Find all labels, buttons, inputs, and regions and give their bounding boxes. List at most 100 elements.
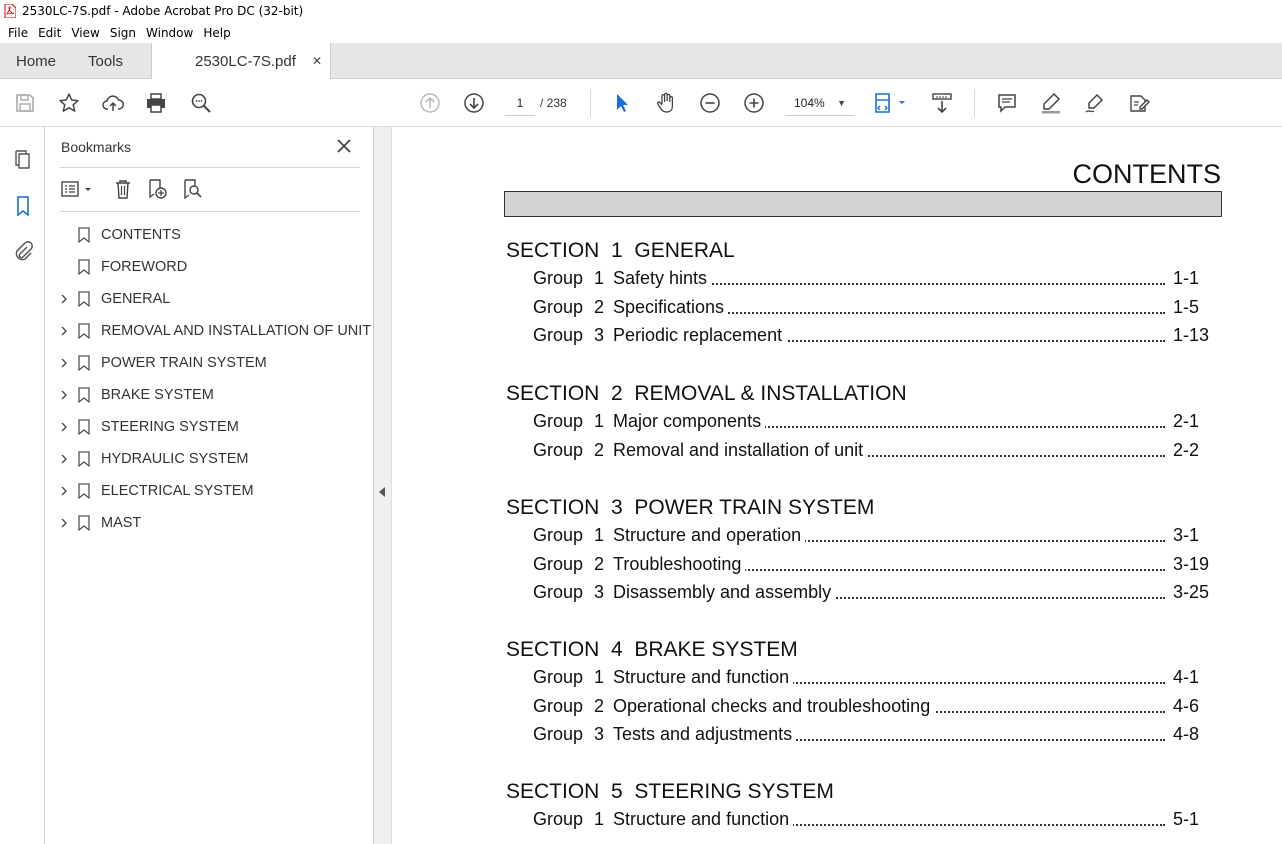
bookmark-item[interactable]: STEERING SYSTEM bbox=[45, 411, 374, 443]
section-heading: SECTION 4 BRAKE SYSTEM bbox=[506, 638, 798, 661]
bookmark-item[interactable]: ELECTRICAL SYSTEM bbox=[45, 475, 374, 507]
page-reference: 4-6 bbox=[1173, 695, 1200, 716]
group-word: Group bbox=[533, 809, 584, 829]
toc-entry[interactable]: Group 1 Safety hints 1-1 bbox=[533, 268, 1215, 292]
toc-entry[interactable]: Group 3 Disassembly and assembly 3-25 bbox=[533, 582, 1215, 606]
page-reference: 2-2 bbox=[1173, 439, 1200, 460]
group-title: Disassembly and assembly bbox=[613, 582, 836, 604]
group-number: 2 bbox=[594, 439, 605, 460]
bookmark-item[interactable]: CONTENTS bbox=[45, 219, 374, 251]
acrobat-window: 2530LC-7S.pdf - Adobe Acrobat Pro DC (32… bbox=[0, 0, 1282, 844]
save-icon[interactable] bbox=[13, 91, 37, 115]
group-word: Group bbox=[533, 553, 584, 574]
group-title: Operational checks and troubleshooting bbox=[613, 695, 935, 717]
group-word: Group bbox=[533, 296, 584, 317]
tab-bar: Home Tools 2530LC-7S.pdf ✕ bbox=[0, 43, 1282, 80]
menu-view[interactable]: View bbox=[66, 26, 104, 40]
menu-help[interactable]: Help bbox=[198, 26, 235, 40]
bookmark-icon bbox=[78, 515, 90, 531]
group-word: Group bbox=[533, 325, 584, 346]
find-bookmark-icon[interactable] bbox=[179, 177, 205, 201]
fill-sign-icon[interactable] bbox=[1127, 91, 1151, 115]
delete-bookmark-icon[interactable] bbox=[110, 177, 136, 201]
chevron-right-icon[interactable] bbox=[58, 421, 70, 433]
toc-entry[interactable]: Group 3 Tests and adjustments 4-8 bbox=[533, 724, 1215, 748]
tab-home[interactable]: Home bbox=[16, 43, 56, 79]
bookmark-options-icon[interactable] bbox=[59, 177, 97, 201]
document-view[interactable]: CONTENTS SECTION 1 GENERAL Group 1 Safety h… bbox=[392, 127, 1282, 844]
chevron-right-icon[interactable] bbox=[58, 389, 70, 401]
search-zoom-icon[interactable] bbox=[189, 91, 213, 115]
page-total: / 238 bbox=[540, 96, 567, 110]
new-bookmark-icon[interactable] bbox=[144, 177, 170, 201]
comment-icon[interactable] bbox=[995, 91, 1019, 115]
acrobat-pdf-icon bbox=[4, 4, 16, 18]
bookmark-item[interactable]: FOREWORD bbox=[45, 251, 374, 283]
bookmark-item[interactable]: REMOVAL AND INSTALLATION OF UNIT bbox=[45, 315, 374, 347]
zoom-in-icon[interactable] bbox=[742, 91, 766, 115]
toc-entry[interactable]: Group 2 Operational checks and troubleshoo… bbox=[533, 695, 1215, 720]
toc-entry[interactable]: Group 1 Structure and function 5-1 bbox=[533, 809, 1215, 833]
next-page-icon[interactable] bbox=[462, 91, 486, 115]
group-number: 1 bbox=[594, 268, 605, 288]
attachment-icon[interactable] bbox=[11, 239, 35, 263]
toc-entry[interactable]: Group 3 Periodic replacement 1-13 bbox=[533, 325, 1215, 349]
group-number: 2 bbox=[594, 553, 605, 574]
group-number: 1 bbox=[594, 411, 605, 431]
tab-document[interactable]: 2530LC-7S.pdf ✕ bbox=[151, 43, 331, 80]
menu-edit[interactable]: Edit bbox=[33, 26, 66, 40]
bookmark-item[interactable]: HYDRAULIC SYSTEM bbox=[45, 443, 374, 475]
draw-sign-icon[interactable] bbox=[1083, 91, 1107, 115]
page-thumbnails-icon[interactable] bbox=[11, 147, 35, 171]
toc-entry[interactable]: Group 2 Removal and installation of unit 2-… bbox=[533, 439, 1215, 464]
upload-cloud-icon[interactable] bbox=[101, 91, 125, 115]
toc-entry[interactable]: Group 1 Structure and operation 3-1 bbox=[533, 525, 1215, 549]
bookmark-item[interactable]: POWER TRAIN SYSTEM bbox=[45, 347, 374, 379]
hand-tool-icon[interactable] bbox=[654, 91, 678, 115]
collapse-arrow-icon bbox=[379, 487, 385, 497]
page-reference: 3-25 bbox=[1173, 582, 1210, 603]
group-number: 2 bbox=[594, 296, 605, 317]
bookmark-item[interactable]: GENERAL bbox=[45, 283, 374, 315]
previous-page-icon[interactable] bbox=[418, 91, 442, 115]
toc-entry[interactable]: Group 2 Troubleshooting 3-19 bbox=[533, 553, 1215, 578]
page-fit-icon[interactable] bbox=[872, 91, 908, 115]
chevron-right-icon[interactable] bbox=[58, 517, 70, 529]
tab-tools[interactable]: Tools bbox=[88, 43, 123, 79]
bookmark-panel-icon[interactable] bbox=[11, 194, 35, 218]
heading-bar bbox=[504, 191, 1222, 217]
group-title: Structure and function bbox=[613, 667, 794, 688]
menu-window[interactable]: Window bbox=[141, 26, 198, 40]
menu-sign[interactable]: Sign bbox=[105, 26, 141, 40]
zoom-out-icon[interactable] bbox=[698, 91, 722, 115]
select-cursor-icon[interactable] bbox=[610, 91, 634, 115]
bookmark-label: ELECTRICAL SYSTEM bbox=[101, 483, 254, 499]
page-reference: 2-1 bbox=[1173, 411, 1200, 431]
bookmark-label: REMOVAL AND INSTALLATION OF UNIT bbox=[101, 323, 372, 339]
chevron-right-icon[interactable] bbox=[58, 293, 70, 305]
scroll-mode-icon[interactable] bbox=[930, 91, 954, 115]
bookmark-label: GENERAL bbox=[101, 291, 171, 307]
toc-entry[interactable]: Group 1 Major components 2-1 bbox=[533, 411, 1215, 435]
page-reference: 4-8 bbox=[1173, 724, 1200, 745]
page-number-input[interactable] bbox=[505, 90, 535, 116]
menu-file[interactable]: File bbox=[3, 26, 33, 40]
toc-entry[interactable]: Group 1 Structure and function 4-1 bbox=[533, 667, 1215, 691]
bookmark-item[interactable]: BRAKE SYSTEM bbox=[45, 379, 374, 411]
bookmark-item[interactable]: MAST bbox=[45, 507, 374, 539]
close-panel-icon[interactable] bbox=[335, 137, 353, 155]
star-icon[interactable] bbox=[57, 91, 81, 115]
bookmark-icon bbox=[78, 323, 90, 339]
group-word: Group bbox=[533, 268, 584, 288]
panel-collapse-handle[interactable] bbox=[374, 127, 392, 844]
zoom-level-dropdown[interactable]: 104% ▼ bbox=[786, 90, 854, 116]
chevron-right-icon[interactable] bbox=[58, 453, 70, 465]
chevron-right-icon[interactable] bbox=[58, 357, 70, 369]
close-tab-icon[interactable]: ✕ bbox=[312, 54, 322, 68]
print-icon[interactable] bbox=[144, 91, 168, 115]
toc-entry[interactable]: Group 2 Specifications 1-5 bbox=[533, 296, 1215, 321]
chevron-right-icon[interactable] bbox=[58, 325, 70, 337]
highlight-pen-icon[interactable] bbox=[1039, 91, 1063, 115]
group-title: Removal and installation of unit bbox=[613, 439, 868, 461]
chevron-right-icon[interactable] bbox=[58, 485, 70, 497]
